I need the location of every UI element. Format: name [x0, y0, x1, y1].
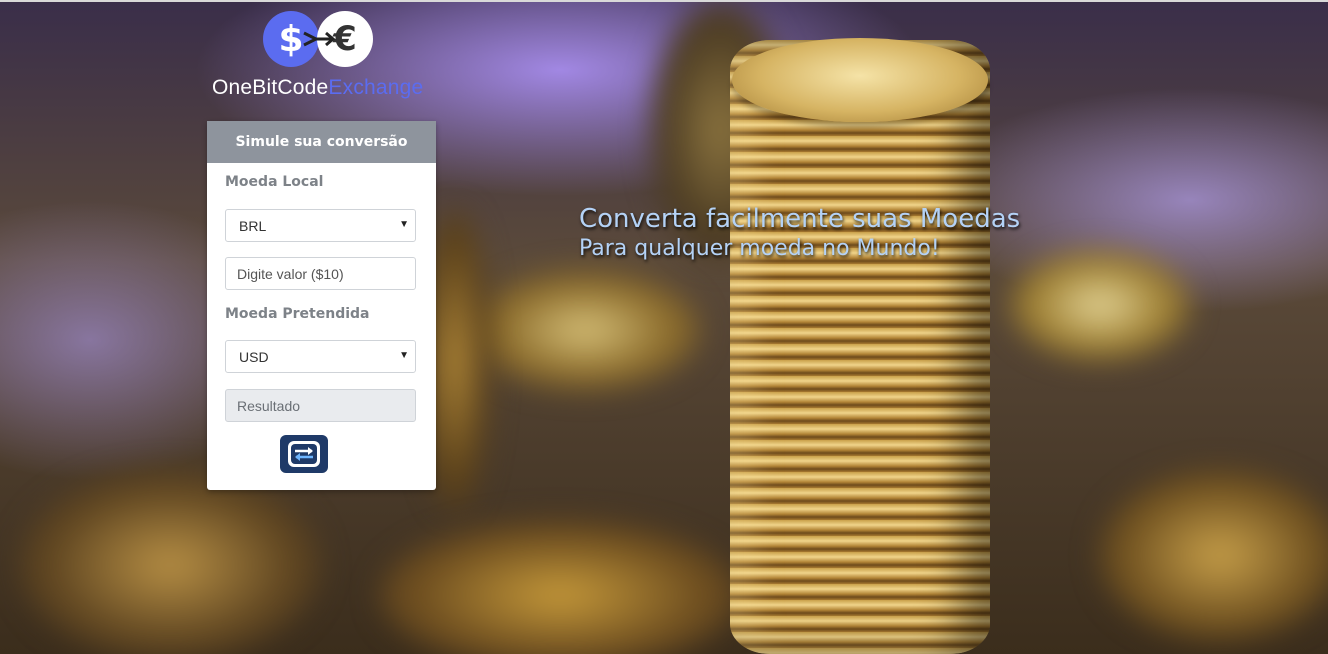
hero-subtitle: Para qualquer moeda no Mundo! [579, 236, 940, 261]
local-currency-value: BRL [239, 217, 267, 234]
hero-title: Converta facilmente suas Moedas [579, 204, 1021, 234]
brand-name-part1: OneBitCode [212, 76, 329, 99]
exchange-arrows-icon [288, 441, 320, 467]
target-currency-label: Moeda Pretendida [225, 306, 370, 322]
browser-top-border [0, 0, 1328, 2]
target-currency-select[interactable]: USD ▼ [225, 340, 416, 373]
chevron-down-icon: ▼ [399, 219, 409, 230]
brand-name: OneBitCodeExchange [212, 76, 423, 100]
brand-name-part2: Exchange [328, 76, 424, 99]
background-photo-coins [0, 0, 1328, 654]
background-blur [1100, 470, 1328, 640]
coin-stack-top [732, 38, 988, 122]
exchange-arrow-icon [303, 31, 336, 47]
background-blur [1010, 250, 1190, 360]
amount-input[interactable]: Digite valor ($10) [225, 257, 416, 290]
background-blur [20, 470, 320, 654]
local-currency-select[interactable]: BRL ▼ [225, 209, 416, 242]
chevron-down-icon: ▼ [399, 350, 409, 361]
background-blur [380, 520, 740, 654]
hero-tagline: Converta facilmente suas Moedas Para qua… [579, 204, 1020, 261]
background-blur [470, 270, 700, 390]
convert-button[interactable] [280, 435, 328, 473]
coin-stack [730, 40, 990, 654]
local-currency-label: Moeda Local [225, 174, 324, 190]
converter-card: Simule sua conversão Moeda Local BRL ▼ D… [207, 121, 436, 490]
brand-logo: $ € OneBitCodeExchange [210, 10, 434, 105]
target-currency-value: USD [239, 348, 269, 365]
converter-header: Simule sua conversão [207, 121, 436, 163]
result-field: Resultado [225, 389, 416, 422]
